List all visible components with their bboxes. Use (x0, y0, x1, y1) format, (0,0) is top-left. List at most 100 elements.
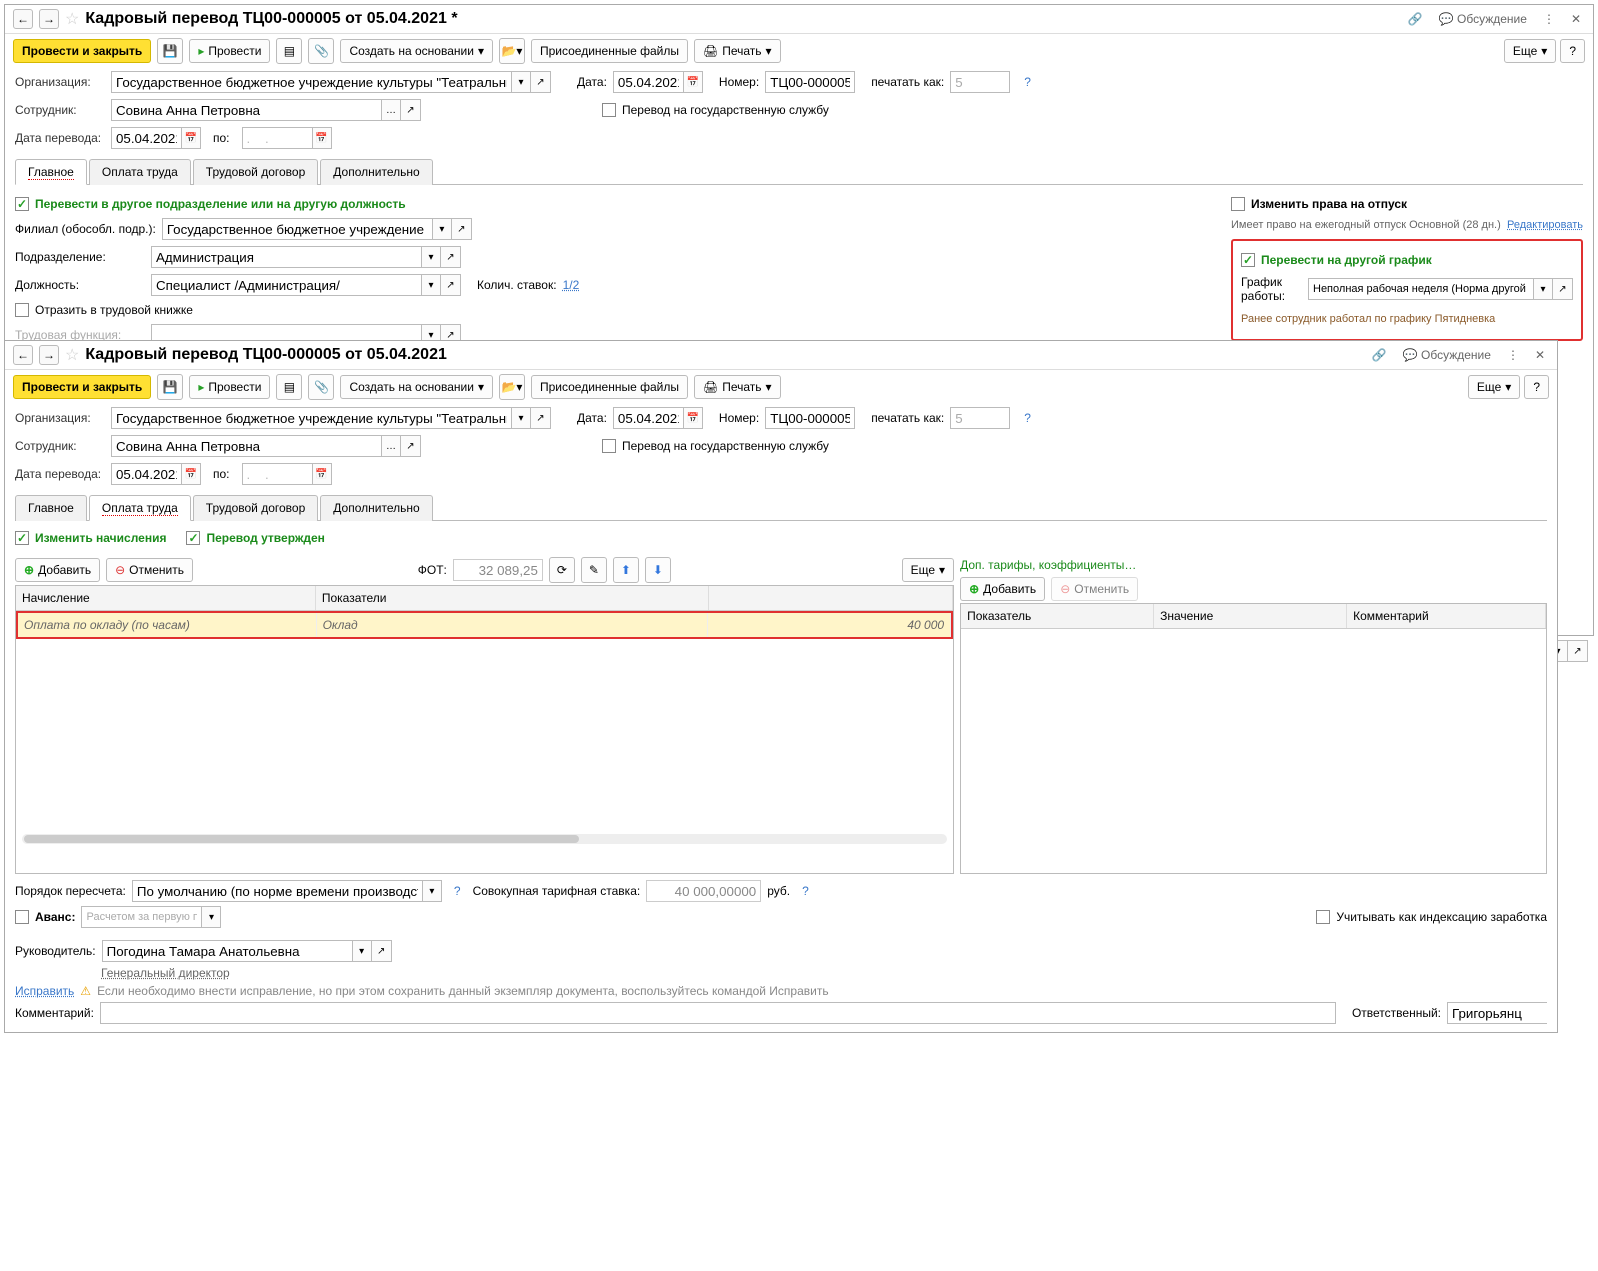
number-input[interactable] (765, 407, 855, 429)
attached-files-button[interactable]: Присоединенные файлы (531, 375, 688, 399)
nav-back[interactable]: ← (13, 9, 33, 29)
open-icon[interactable]: ↗ (531, 407, 551, 429)
position-input[interactable] (151, 274, 421, 296)
schedule-input[interactable] (1308, 278, 1533, 300)
branch-input[interactable] (162, 218, 432, 240)
help-icon[interactable]: ? (802, 884, 809, 898)
po-date-input[interactable] (242, 127, 312, 149)
save-button[interactable]: 💾 (157, 38, 183, 64)
post-button[interactable]: ▸Провести (189, 39, 270, 63)
cancel-button[interactable]: ⊖Отменить (106, 558, 193, 582)
dropdown-icon[interactable]: ▾ (352, 940, 372, 962)
dropdown-icon[interactable]: ▾ (1533, 278, 1553, 300)
menu-icon[interactable]: ⋮ (1539, 10, 1559, 28)
print-button[interactable]: 🖨 Печать ▾ (694, 375, 781, 399)
dropdown-icon[interactable]: ▾ (422, 880, 442, 902)
tab-main[interactable]: Главное (15, 159, 87, 185)
attachment-icon[interactable]: 📎 (308, 38, 334, 64)
close-icon[interactable]: ✕ (1567, 10, 1585, 28)
help-icon[interactable]: ? (454, 884, 461, 898)
date-input[interactable] (613, 71, 683, 93)
link-icon[interactable]: 🔗 (1404, 10, 1427, 28)
more-button[interactable]: Еще ▾ (1468, 375, 1520, 399)
print-button[interactable]: 🖨 Печать ▾ (694, 39, 781, 63)
vacation-rights-checkbox[interactable] (1231, 197, 1245, 211)
move-down-button[interactable]: ⬇ (645, 557, 671, 583)
open-icon[interactable]: ↗ (401, 435, 421, 457)
transfer-dept-checkbox[interactable] (15, 197, 29, 211)
transfer-date-input[interactable] (111, 127, 181, 149)
table-row[interactable]: Оплата по окладу (по часам) Оклад 40 000 (16, 611, 953, 639)
edit-button[interactable]: ✎ (581, 557, 607, 583)
favorite-star-icon[interactable]: ☆ (65, 9, 79, 29)
folder-button[interactable]: 📂▾ (499, 38, 525, 64)
print-as-input[interactable] (950, 407, 1010, 429)
dept-input[interactable] (151, 246, 421, 268)
open-icon[interactable]: ↗ (452, 218, 472, 240)
nav-forward[interactable]: → (39, 9, 59, 29)
cancel-button-2[interactable]: ⊖Отменить (1051, 577, 1138, 601)
open-icon[interactable]: ↗ (401, 99, 421, 121)
calendar-icon[interactable]: 📅 (181, 463, 201, 485)
close-icon[interactable]: ✕ (1531, 346, 1549, 364)
org-input[interactable] (111, 71, 511, 93)
tab-main[interactable]: Главное (15, 495, 87, 521)
calendar-icon[interactable]: 📅 (312, 127, 332, 149)
open-icon[interactable]: ↗ (441, 246, 461, 268)
post-button[interactable]: ▸Провести (189, 375, 270, 399)
transfer-approved-checkbox[interactable] (186, 531, 200, 545)
employee-input[interactable] (111, 99, 381, 121)
po-date-input[interactable] (242, 463, 312, 485)
move-up-button[interactable]: ⬆ (613, 557, 639, 583)
print-as-input[interactable] (950, 71, 1010, 93)
open-icon[interactable]: ↗ (1553, 278, 1573, 300)
fix-link[interactable]: Исправить (15, 984, 74, 998)
org-input[interactable] (111, 407, 511, 429)
link-icon[interactable]: 🔗 (1368, 346, 1391, 364)
schedule-checkbox[interactable] (1241, 253, 1255, 267)
discussion-button[interactable]: 💬 Обсуждение (1435, 10, 1531, 28)
open-icon[interactable]: ↗ (531, 71, 551, 93)
calendar-icon[interactable]: 📅 (181, 127, 201, 149)
help-button[interactable]: ? (1524, 375, 1549, 399)
nav-forward[interactable]: → (39, 345, 59, 365)
discussion-button[interactable]: 💬 Обсуждение (1399, 346, 1495, 364)
open-icon[interactable]: ↗ (441, 274, 461, 296)
dropdown-icon[interactable]: ▾ (421, 274, 441, 296)
nav-back[interactable]: ← (13, 345, 33, 365)
dropdown-icon[interactable]: ▾ (432, 218, 452, 240)
calendar-icon[interactable]: 📅 (683, 407, 703, 429)
change-accruals-checkbox[interactable] (15, 531, 29, 545)
folder-button[interactable]: 📂▾ (499, 374, 525, 400)
count-link[interactable]: 1/2 (563, 278, 580, 292)
dropdown-icon[interactable]: ▾ (511, 407, 531, 429)
responsible-input[interactable] (1447, 1002, 1547, 1024)
advance-checkbox[interactable] (15, 910, 29, 924)
edit-link[interactable]: Редактировать (1507, 219, 1583, 231)
attached-files-button[interactable]: Присоединенные файлы (531, 39, 688, 63)
create-basis-button[interactable]: Создать на основании ▾ (340, 375, 493, 399)
recalc-input[interactable] (132, 880, 422, 902)
comment-input[interactable] (100, 1002, 1336, 1024)
calendar-icon[interactable]: 📅 (312, 463, 332, 485)
index-checkbox[interactable] (1316, 910, 1330, 924)
employee-input[interactable] (111, 435, 381, 457)
tab-extra[interactable]: Дополнительно (320, 495, 432, 521)
choose-icon[interactable]: … (381, 435, 401, 457)
help-icon[interactable]: ? (1024, 411, 1031, 425)
menu-icon[interactable]: ⋮ (1503, 346, 1523, 364)
gov-service-checkbox[interactable] (602, 103, 616, 117)
dropdown-icon[interactable]: ▾ (201, 906, 221, 928)
help-icon[interactable]: ? (1024, 75, 1031, 89)
manager-position-link[interactable]: Генеральный директор (101, 966, 230, 980)
document-icon[interactable]: ▤ (276, 374, 302, 400)
favorite-star-icon[interactable]: ☆ (65, 345, 79, 365)
open-icon[interactable]: ↗ (372, 940, 392, 962)
save-button[interactable]: 💾 (157, 374, 183, 400)
date-input[interactable] (613, 407, 683, 429)
create-basis-button[interactable]: Создать на основании ▾ (340, 39, 493, 63)
number-input[interactable] (765, 71, 855, 93)
help-button[interactable]: ? (1560, 39, 1585, 63)
add-button[interactable]: ⊕Добавить (15, 558, 100, 582)
transfer-date-input[interactable] (111, 463, 181, 485)
